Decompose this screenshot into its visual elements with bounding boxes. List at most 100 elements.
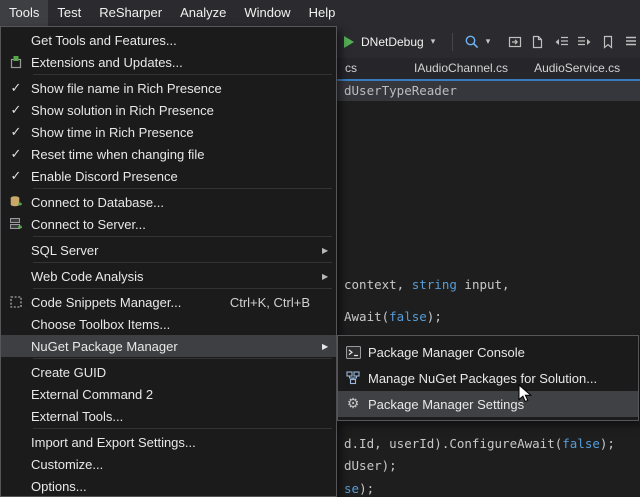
- window-arrow-icon[interactable]: [505, 32, 525, 52]
- checkmark-icon: ✓: [11, 103, 22, 118]
- menu-item-create-guid[interactable]: Create GUID: [1, 361, 336, 383]
- menu-item-get-tools-and-features[interactable]: Get Tools and Features...: [1, 29, 336, 51]
- menu-separator: [33, 236, 332, 237]
- code-line[interactable]: context, string input,: [344, 277, 510, 293]
- code-line[interactable]: dUser);: [344, 458, 397, 474]
- menu-separator: [33, 428, 332, 429]
- menu-item-show-solution-rich-presence[interactable]: ✓ Show solution in Rich Presence: [1, 99, 336, 121]
- menu-item-label: Show time in Rich Presence: [31, 125, 336, 140]
- menubar-item-analyze[interactable]: Analyze: [171, 0, 235, 26]
- tools-menu-dropdown: Get Tools and Features... Extensions and…: [0, 26, 337, 497]
- menu-item-label: External Tools...: [31, 409, 336, 424]
- menu-item-label: NuGet Package Manager: [31, 339, 316, 354]
- checkmark-icon: ✓: [11, 81, 22, 96]
- snippets-icon: [9, 295, 23, 309]
- gear-icon: ⚙: [347, 397, 360, 411]
- menubar-item-resharper[interactable]: ReSharper: [90, 0, 171, 26]
- menu-separator: [33, 288, 332, 289]
- menu-item-external-command-2[interactable]: External Command 2: [1, 383, 336, 405]
- menu-item-show-file-name-rich-presence[interactable]: ✓ Show file name in Rich Presence: [1, 77, 336, 99]
- menu-item-options[interactable]: Options...: [1, 475, 336, 497]
- menu-item-show-time-rich-presence[interactable]: ✓ Show time in Rich Presence: [1, 121, 336, 143]
- list-arrow-left-icon[interactable]: [552, 32, 572, 52]
- menubar-item-test[interactable]: Test: [48, 0, 90, 26]
- vs-window: Tools Test ReSharper Analyze Window Help…: [0, 0, 640, 497]
- tab-iaudiochannel[interactable]: IAudioChannel.cs: [401, 58, 521, 79]
- menu-item-label: Show file name in Rich Presence: [31, 81, 336, 96]
- extensions-icon: [9, 55, 23, 69]
- checkmark-icon: ✓: [11, 147, 22, 162]
- menu-item-label: Options...: [31, 479, 336, 494]
- menubar-item-window[interactable]: Window: [235, 0, 299, 26]
- menu-item-label: Show solution in Rich Presence: [31, 103, 336, 118]
- menu-item-sql-server[interactable]: SQL Server ▶: [1, 239, 336, 261]
- menu-item-label: Customize...: [31, 457, 336, 472]
- console-icon: [346, 346, 361, 359]
- run-icon: [344, 36, 354, 48]
- submenu-item-label: Package Manager Console: [368, 345, 638, 360]
- menu-separator: [33, 188, 332, 189]
- menu-item-enable-discord-presence[interactable]: ✓ Enable Discord Presence: [1, 165, 336, 187]
- menu-item-label: SQL Server: [31, 243, 316, 258]
- menu-item-label: Choose Toolbox Items...: [31, 317, 336, 332]
- tab-partial[interactable]: cs: [341, 58, 401, 79]
- menu-item-label: Get Tools and Features...: [31, 33, 336, 48]
- menubar-item-tools[interactable]: Tools: [0, 0, 48, 26]
- submenu-item-package-manager-console[interactable]: Package Manager Console: [338, 339, 638, 365]
- menu-item-customize[interactable]: Customize...: [1, 453, 336, 475]
- submenu-arrow-icon: ▶: [316, 272, 336, 281]
- document-icon[interactable]: [527, 32, 547, 52]
- menu-item-label: Connect to Database...: [31, 195, 336, 210]
- menu-item-connect-to-server[interactable]: Connect to Server...: [1, 213, 336, 235]
- chevron-down-icon[interactable]: ▾: [482, 32, 494, 52]
- menu-item-extensions-and-updates[interactable]: Extensions and Updates...: [1, 51, 336, 73]
- start-debugging-button[interactable]: DNetDebug ▾: [344, 26, 435, 58]
- menu-separator: [33, 262, 332, 263]
- code-line[interactable]: Await(false);: [344, 309, 442, 325]
- menu-item-external-tools[interactable]: External Tools...: [1, 405, 336, 427]
- menu-item-import-and-export-settings[interactable]: Import and Export Settings...: [1, 431, 336, 453]
- menu-item-shortcut: Ctrl+K, Ctrl+B: [230, 295, 310, 310]
- find-icon[interactable]: [462, 32, 482, 52]
- menu-item-nuget-package-manager[interactable]: NuGet Package Manager ▶: [1, 335, 336, 357]
- menu-item-reset-time-when-changing-file[interactable]: ✓ Reset time when changing file: [1, 143, 336, 165]
- submenu-arrow-icon: ▶: [316, 342, 336, 351]
- bookmark-icon[interactable]: [598, 32, 618, 52]
- tab-audioservice[interactable]: AudioService.cs: [521, 58, 633, 79]
- breadcrumb: dUserTypeReader: [344, 81, 457, 101]
- menu-item-web-code-analysis[interactable]: Web Code Analysis ▶: [1, 265, 336, 287]
- menu-item-code-snippets-manager[interactable]: Code Snippets Manager... Ctrl+K, Ctrl+B: [1, 291, 336, 313]
- solution-packages-icon: [346, 371, 360, 385]
- submenu-item-package-manager-settings[interactable]: ⚙ Package Manager Settings: [338, 391, 638, 417]
- menu-item-label: Connect to Server...: [31, 217, 336, 232]
- menu-item-label: Code Snippets Manager...: [31, 295, 230, 310]
- server-icon: [9, 217, 23, 231]
- menu-item-connect-to-database[interactable]: Connect to Database...: [1, 191, 336, 213]
- submenu-arrow-icon: ▶: [316, 246, 336, 255]
- submenu-item-manage-nuget-packages-for-solution[interactable]: Manage NuGet Packages for Solution...: [338, 365, 638, 391]
- menu-separator: [33, 74, 332, 75]
- toolbar-separator: [452, 33, 453, 51]
- menu-separator: [33, 358, 332, 359]
- database-icon: [9, 195, 23, 209]
- menu-item-label: Web Code Analysis: [31, 269, 316, 284]
- list-arrow-right-icon[interactable]: [574, 32, 594, 52]
- submenu-item-label: Manage NuGet Packages for Solution...: [368, 371, 638, 386]
- nuget-package-manager-submenu: Package Manager Console Manage NuGet Pac…: [337, 335, 639, 421]
- menu-item-label: Import and Export Settings...: [31, 435, 336, 450]
- menubar-item-help[interactable]: Help: [300, 0, 345, 26]
- checkmark-icon: ✓: [11, 169, 22, 184]
- submenu-item-label: Package Manager Settings: [368, 397, 638, 412]
- menu-item-label: Extensions and Updates...: [31, 55, 336, 70]
- menu-item-choose-toolbox-items[interactable]: Choose Toolbox Items...: [1, 313, 336, 335]
- menu-bar: Tools Test ReSharper Analyze Window Help: [0, 0, 640, 26]
- code-line[interactable]: se);: [344, 481, 374, 497]
- list-icon[interactable]: [621, 32, 640, 52]
- chevron-down-icon[interactable]: ▾: [431, 37, 436, 47]
- menu-item-label: Create GUID: [31, 365, 336, 380]
- menu-item-label: External Command 2: [31, 387, 336, 402]
- code-line[interactable]: d.Id, userId).ConfigureAwait(false);: [344, 436, 615, 452]
- debug-target-label: DNetDebug: [361, 35, 424, 49]
- mouse-cursor: [518, 384, 532, 404]
- menu-item-label: Reset time when changing file: [31, 147, 336, 162]
